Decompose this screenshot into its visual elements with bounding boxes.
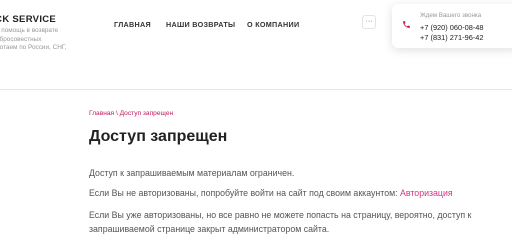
main-content: Главная \ Доступ запрещен Доступ запреще… (89, 110, 509, 234)
admin-closed-text-line-1: Если Вы уже авторизованы, но все равно н… (89, 210, 472, 220)
logo-tagline: я помощь в возврате обросовестных ботаем… (0, 27, 66, 53)
more-menu-button[interactable]: ··· (362, 15, 376, 29)
admin-closed-text-line-2: запрашиваемой странице закрыт администра… (89, 224, 330, 234)
logo-tagline-line: ботаем по России, СНГ, (0, 44, 67, 52)
logo-tagline-line: обросовестных (0, 35, 42, 43)
nav-item-returns[interactable]: НАШИ ВОЗВРАТЫ (166, 20, 235, 29)
breadcrumb: Главная \ Доступ запрещен (89, 110, 509, 117)
nav-item-about[interactable]: О КОМПАНИИ (247, 20, 299, 29)
logo-tagline-line: я помощь в возврате (0, 27, 59, 34)
nav-item-home[interactable]: ГЛАВНАЯ (114, 20, 151, 29)
logo-title[interactable]: ACK SERVICE (0, 14, 56, 25)
access-restricted-text: Доступ к запрашиваемым материалам ограни… (89, 168, 295, 178)
breadcrumb-current: Доступ запрещен (119, 110, 174, 117)
phone-hint: Ждем Вашего звонка (420, 12, 482, 19)
login-link[interactable]: Авторизация (400, 188, 453, 198)
login-suggestion-text: Если Вы не авторизованы, попробуйте войт… (89, 186, 453, 200)
login-suggestion-label: Если Вы не авторизованы, попробуйте войт… (89, 188, 401, 198)
phone-card: Ждем Вашего звонка +7 (920) 060-08-48 +7… (392, 4, 512, 48)
phone-number-2[interactable]: +7 (831) 271-96-42 (420, 33, 483, 42)
phone-icon (403, 21, 410, 28)
site-header: ACK SERVICE я помощь в возврате обросове… (0, 0, 512, 90)
page-title: Доступ запрещен (89, 128, 228, 145)
phone-number-1[interactable]: +7 (920) 060-08-48 (420, 23, 483, 32)
breadcrumb-home-link[interactable]: Главная (89, 110, 114, 117)
